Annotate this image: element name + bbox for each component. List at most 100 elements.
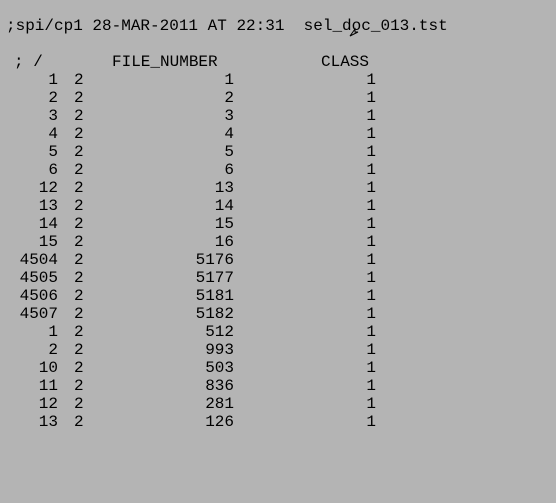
row-file-number: 16 (214, 233, 234, 251)
table-row: 13 2 14 1 (0, 197, 556, 215)
table-row: 2 2 993 1 (0, 341, 556, 359)
row-key-count: 2 (74, 269, 84, 287)
document-viewer: ;spi/cp1 28-MAR-2011 AT 22:31 sel_doc_01… (0, 0, 556, 503)
row-file-number: 512 (205, 323, 234, 341)
row-file-number: 13 (214, 179, 234, 197)
row-key: 11 (38, 377, 58, 395)
row-key: 13 (38, 413, 58, 431)
row-class: 1 (366, 179, 376, 197)
row-key: 2 (48, 341, 58, 359)
row-class: 1 (366, 125, 376, 143)
row-class: 1 (366, 107, 376, 125)
row-class: 1 (366, 287, 376, 305)
row-key-count: 2 (74, 107, 84, 125)
row-class: 1 (366, 359, 376, 377)
row-file-number: 2 (224, 89, 234, 107)
row-file-number: 5182 (195, 305, 234, 323)
row-key: 10 (38, 359, 58, 377)
row-key-count: 2 (74, 359, 84, 377)
row-class: 1 (366, 251, 376, 269)
table-row: 5251 (0, 143, 556, 161)
row-class: 1 (366, 269, 376, 287)
table-row: 2221 (0, 89, 556, 107)
table-row: 12 2 13 1 (0, 179, 556, 197)
table-row: 4506 2 5181 1 (0, 287, 556, 305)
row-key-count: 2 (74, 215, 84, 233)
table-row: 4507 2 5182 1 (0, 305, 556, 323)
row-key-count: 2 (74, 89, 84, 107)
row-key: 3 (48, 107, 58, 125)
row-file-number: 5181 (195, 287, 234, 305)
row-key-count: 2 (74, 143, 84, 161)
row-key: 1 (48, 71, 58, 89)
header-class: CLASS (321, 53, 370, 71)
row-key: 2 (48, 89, 58, 107)
row-key-count: 2 (74, 161, 84, 179)
row-key: 6 (48, 161, 58, 179)
row-file-number: 15 (214, 215, 234, 233)
header-file-number: FILE_NUMBER (112, 53, 218, 71)
row-key-count: 2 (74, 251, 84, 269)
row-key-count: 2 (74, 305, 84, 323)
row-class: 1 (366, 161, 376, 179)
table-row: 3231 (0, 107, 556, 125)
table-row: 1 2 512 1 (0, 323, 556, 341)
row-file-number: 4 (224, 125, 234, 143)
table-row: 11 2 836 1 (0, 377, 556, 395)
row-file-number: 6 (224, 161, 234, 179)
row-class: 1 (366, 71, 376, 89)
document-title: ;spi/cp1 28-MAR-2011 AT 22:31 sel_doc_01… (6, 17, 448, 35)
row-key-count: 2 (74, 323, 84, 341)
row-class: 1 (366, 197, 376, 215)
row-key: 12 (38, 179, 58, 197)
table-row: 4504 2 5176 1 (0, 251, 556, 269)
table-row: 4241 (0, 125, 556, 143)
row-key: 12 (38, 395, 58, 413)
row-key-count: 2 (74, 287, 84, 305)
row-class: 1 (366, 341, 376, 359)
row-key: 15 (38, 233, 58, 251)
row-file-number: 281 (205, 395, 234, 413)
row-key: 4504 (19, 251, 58, 269)
row-key: 4506 (19, 287, 58, 305)
row-key-count: 2 (74, 377, 84, 395)
row-class: 1 (366, 377, 376, 395)
row-file-number: 836 (205, 377, 234, 395)
table-row: 15 2 16 1 (0, 233, 556, 251)
row-file-number: 1 (224, 71, 234, 89)
row-key-count: 2 (74, 233, 84, 251)
row-file-number: 5176 (195, 251, 234, 269)
table-row: 10 2 503 1 (0, 359, 556, 377)
row-key-count: 2 (74, 71, 84, 89)
header-key-label: ; / (14, 53, 43, 71)
row-file-number: 503 (205, 359, 234, 377)
row-file-number: 5177 (195, 269, 234, 287)
table-row: 6261 (0, 161, 556, 179)
row-key: 5 (48, 143, 58, 161)
row-class: 1 (366, 323, 376, 341)
table-row: 13 2 126 1 (0, 413, 556, 431)
row-key: 4505 (19, 269, 58, 287)
row-file-number: 3 (224, 107, 234, 125)
row-class: 1 (366, 89, 376, 107)
row-file-number: 5 (224, 143, 234, 161)
row-key: 1 (48, 323, 58, 341)
row-class: 1 (366, 215, 376, 233)
row-class: 1 (366, 395, 376, 413)
row-key-count: 2 (74, 413, 84, 431)
row-key-count: 2 (74, 395, 84, 413)
arrow-cursor-icon (349, 27, 359, 37)
row-file-number: 14 (214, 197, 234, 215)
row-key: 13 (38, 197, 58, 215)
table-row: 12 2 281 1 (0, 395, 556, 413)
row-key-count: 2 (74, 125, 84, 143)
row-file-number: 993 (205, 341, 234, 359)
row-class: 1 (366, 143, 376, 161)
row-key: 4507 (19, 305, 58, 323)
row-key: 14 (38, 215, 58, 233)
row-key-count: 2 (74, 179, 84, 197)
table-row: 4505 2 5177 1 (0, 269, 556, 287)
row-key-count: 2 (74, 341, 84, 359)
row-class: 1 (366, 413, 376, 431)
table-header: ; / FILE_NUMBER CLASS (0, 53, 556, 71)
